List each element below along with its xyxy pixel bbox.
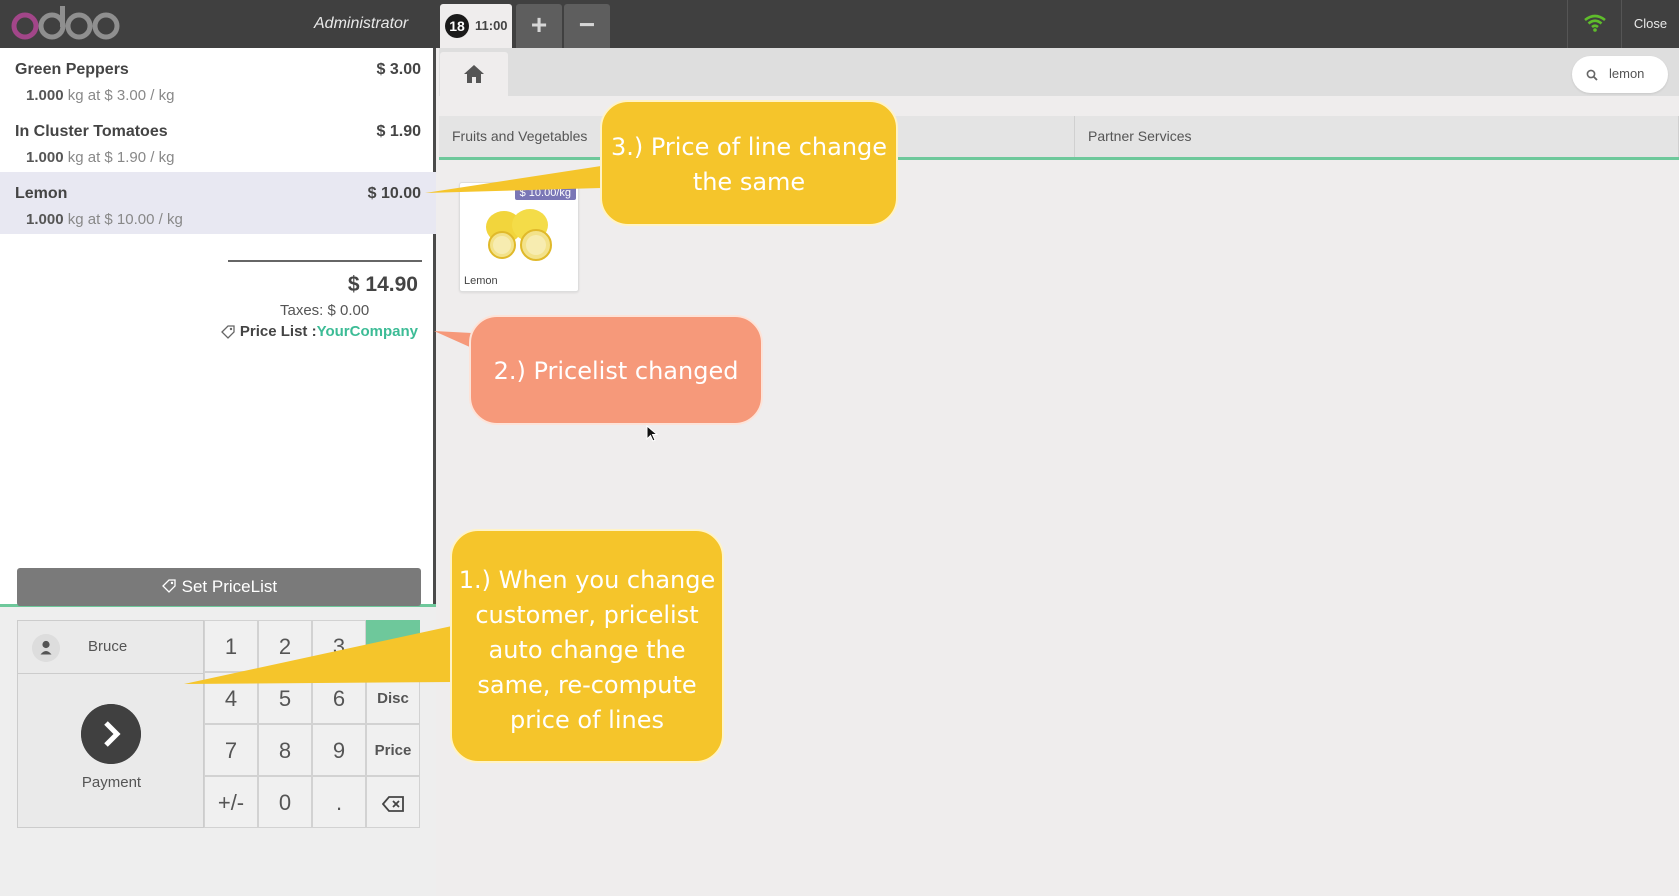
customer-name: Bruce — [88, 638, 128, 655]
order-line-selected[interactable]: Lemon $ 10.00 1.000 kg at $ 10.00 / kg — [0, 172, 436, 234]
search-input[interactable]: lemon — [1609, 66, 1644, 81]
callout-line: customer, pricelist — [475, 601, 699, 629]
callout-line: the same — [692, 168, 806, 196]
product-name: Lemon — [464, 275, 498, 287]
numpad-key-1[interactable]: 1 — [204, 620, 258, 672]
order-line-price: $ 10.00 — [367, 185, 421, 202]
search-box[interactable]: lemon — [1572, 56, 1668, 93]
mode-price-button[interactable]: Price — [366, 724, 420, 776]
order-line-price: $ 1.90 — [376, 123, 421, 140]
odoo-logo — [11, 6, 120, 40]
callout-pricelist-changed: 2.) Pricelist changed — [469, 315, 763, 425]
payment-button[interactable]: Payment — [17, 674, 204, 828]
numpad-key-3[interactable]: 3 — [312, 620, 366, 672]
order-line-qty: 1.000 — [26, 149, 64, 166]
order-total: $ 14.90 — [347, 273, 418, 296]
callout-change-customer: 1.) When you change customer, pricelist … — [450, 529, 724, 763]
close-button[interactable]: Close — [1621, 0, 1679, 48]
mode-qty-button[interactable]: Qty — [366, 620, 420, 672]
callout-line: 2.) Pricelist changed — [493, 357, 739, 385]
product-header — [439, 48, 1679, 96]
tag-icon — [161, 579, 176, 593]
callout-line: auto change the — [488, 636, 686, 664]
search-icon — [1586, 69, 1598, 81]
pricelist-label: Price List : — [239, 323, 317, 340]
pricelist-info: Price List :YourCompany — [220, 323, 418, 340]
numpad-key-5[interactable]: 5 — [258, 672, 312, 724]
callout-price-of-line: 3.) Price of line change the same — [600, 100, 898, 226]
callout-line: price of lines — [510, 706, 664, 734]
username: Administrator — [314, 15, 409, 32]
pricelist-value: YourCompany — [316, 323, 418, 340]
mouse-cursor-icon — [646, 425, 658, 442]
top-bar: Administrator 18 11:00 + − Close — [0, 0, 1679, 48]
order-tab[interactable]: 18 11:00 — [440, 4, 512, 48]
order-line-name: Lemon — [15, 185, 68, 202]
numpad-key-0[interactable]: 0 — [258, 776, 312, 828]
payment-label: Payment — [81, 774, 142, 791]
total-divider — [228, 260, 422, 262]
product-card-lemon[interactable]: $ 10.00/kg Lemon — [459, 182, 579, 292]
order-line-info: 1.000 kg at $ 3.00 / kg — [26, 87, 174, 104]
set-pricelist-button[interactable]: Set PriceList — [17, 568, 421, 606]
chevron-right-icon — [81, 704, 141, 764]
numpad-key-7[interactable]: 7 — [204, 724, 258, 776]
user-icon — [32, 634, 60, 662]
backspace-button[interactable] — [366, 776, 420, 828]
connection-status[interactable] — [1567, 0, 1621, 48]
set-pricelist-label: Set PriceList — [181, 577, 278, 596]
order-line-name: In Cluster Tomatoes — [15, 123, 168, 140]
add-order-button[interactable]: + — [516, 4, 562, 48]
order-line-name: Green Peppers — [15, 61, 129, 78]
order-line-info: 1.000 kg at $ 1.90 / kg — [26, 149, 174, 166]
numpad-key-9[interactable]: 9 — [312, 724, 366, 776]
callout-2-pointer — [434, 331, 472, 348]
category-partner-services[interactable]: Partner Services — [1075, 116, 1679, 157]
order-line[interactable]: In Cluster Tomatoes $ 1.90 1.000 kg at $… — [0, 110, 436, 172]
order-line-price: $ 3.00 — [376, 61, 421, 78]
numpad-key-plus-minus[interactable]: +/- — [204, 776, 258, 828]
order-line-info: 1.000 kg at $ 10.00 / kg — [26, 211, 183, 228]
callout-line: 1.) When you change — [458, 566, 716, 594]
product-price-tag: $ 10.00/kg — [514, 186, 576, 200]
tag-icon — [220, 325, 235, 339]
numpad-key-2[interactable]: 2 — [258, 620, 312, 672]
wifi-icon — [1584, 14, 1606, 32]
callout-line: same, re-compute — [477, 671, 697, 699]
home-icon — [464, 65, 484, 83]
order-taxes: Taxes: $ 0.00 — [280, 302, 370, 319]
customer-button[interactable]: Bruce — [17, 620, 204, 674]
order-line-unit-info: kg at $ 3.00 / kg — [67, 87, 175, 104]
backspace-icon — [381, 796, 404, 812]
remove-order-button[interactable]: − — [564, 4, 610, 48]
numpad-key-8[interactable]: 8 — [258, 724, 312, 776]
order-line[interactable]: Green Peppers $ 3.00 1.000 kg at $ 3.00 … — [0, 48, 436, 110]
order-line-unit-info: kg at $ 1.90 / kg — [67, 149, 175, 166]
home-button[interactable] — [440, 52, 508, 96]
order-line-unit-info: kg at $ 10.00 / kg — [67, 211, 183, 228]
numpad: 1 2 3 Qty 4 5 6 Disc 7 8 9 Price +/- 0 . — [204, 620, 421, 828]
order-number-badge: 18 — [445, 14, 469, 38]
lemon-image — [486, 209, 552, 261]
callout-line: 3.) Price of line change — [610, 133, 888, 161]
order-line-qty: 1.000 — [26, 211, 64, 228]
mode-disc-button[interactable]: Disc — [366, 672, 420, 724]
numpad-key-dot[interactable]: . — [312, 776, 366, 828]
numpad-key-4[interactable]: 4 — [204, 672, 258, 724]
numpad-key-6[interactable]: 6 — [312, 672, 366, 724]
order-line-qty: 1.000 — [26, 87, 64, 104]
order-time: 11:00 — [475, 18, 508, 33]
